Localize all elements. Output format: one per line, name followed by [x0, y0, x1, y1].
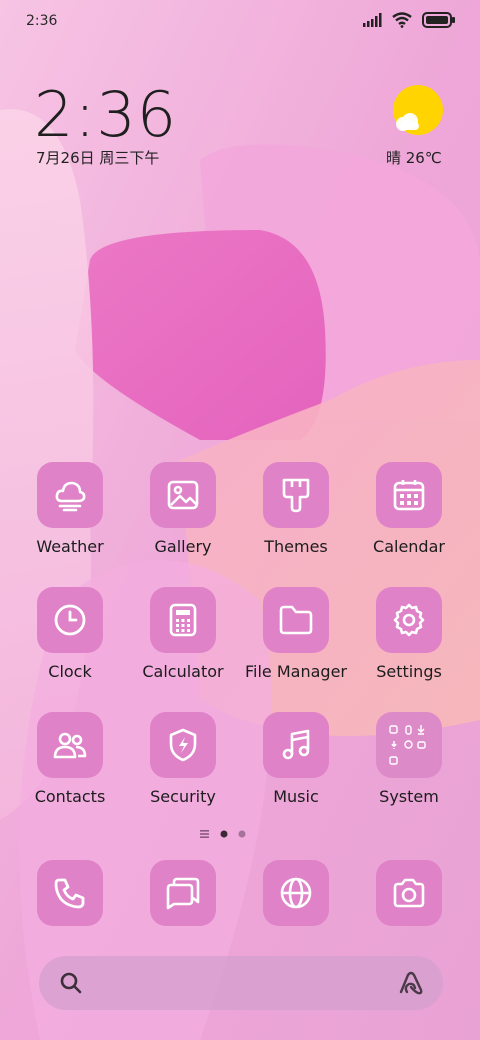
app-weather[interactable]: Weather — [10, 462, 130, 556]
gallery-icon — [167, 480, 199, 510]
app-security[interactable]: Security — [123, 712, 243, 806]
system-folder-icon — [389, 725, 426, 765]
app-label: Gallery — [154, 537, 212, 556]
app-label: Calendar — [373, 537, 445, 556]
app-label: File Manager — [245, 662, 347, 681]
app-label: Music — [273, 787, 319, 806]
app-label: Settings — [376, 662, 442, 681]
app-label: System — [379, 787, 439, 806]
app-gallery[interactable]: Gallery — [123, 462, 243, 556]
sun-cloud-icon[interactable] — [392, 84, 444, 136]
app-settings[interactable]: Settings — [349, 587, 469, 681]
music-icon — [282, 729, 310, 760]
contacts-icon — [53, 732, 87, 759]
app-label: Weather — [36, 537, 104, 556]
clock-widget-time[interactable]: 2:36 — [34, 78, 177, 151]
status-bar: 2:36 — [0, 0, 480, 44]
app-system-folder[interactable]: System — [349, 712, 469, 806]
battery-icon — [422, 12, 455, 28]
calendar-icon — [393, 480, 425, 511]
app-label: Security — [150, 787, 216, 806]
app-calendar[interactable]: Calendar — [349, 462, 469, 556]
wifi-icon — [392, 12, 412, 28]
themes-icon — [282, 478, 310, 513]
app-label: Clock — [48, 662, 92, 681]
signal-icon — [363, 13, 382, 27]
clock-icon — [54, 604, 86, 636]
messages-icon — [166, 877, 200, 910]
phone-icon — [54, 878, 85, 909]
status-time: 2:36 — [26, 13, 58, 29]
search-bar[interactable] — [39, 956, 443, 1010]
app-label: Themes — [264, 537, 328, 556]
dock-browser[interactable] — [236, 860, 356, 926]
weather-icon — [55, 481, 86, 512]
browser-icon — [280, 877, 312, 909]
dock-messages[interactable] — [123, 860, 243, 926]
menu-lines-icon — [200, 830, 209, 838]
app-calculator[interactable]: Calculator — [123, 587, 243, 681]
page-dot-active — [220, 830, 228, 838]
page-indicator[interactable] — [200, 830, 246, 838]
app-label: Contacts — [34, 787, 106, 806]
app-clock[interactable]: Clock — [10, 587, 130, 681]
calculator-icon — [169, 603, 197, 637]
app-contacts[interactable]: Contacts — [10, 712, 130, 806]
dock-phone[interactable] — [10, 860, 130, 926]
weather-widget-text[interactable]: 晴 26℃ — [386, 147, 442, 168]
search-icon — [60, 972, 82, 994]
app-music[interactable]: Music — [236, 712, 356, 806]
dock-camera[interactable] — [349, 860, 469, 926]
assistant-icon[interactable] — [397, 969, 425, 997]
folder-icon — [279, 605, 313, 635]
app-themes[interactable]: Themes — [236, 462, 356, 556]
app-label: Calculator — [142, 662, 224, 681]
page-dot — [238, 830, 246, 838]
camera-icon — [393, 878, 425, 908]
clock-widget-date[interactable]: 7月26日 周三下午 — [36, 147, 159, 168]
app-file-manager[interactable]: File Manager — [236, 587, 356, 681]
security-icon — [169, 728, 197, 762]
gear-icon — [393, 603, 425, 637]
